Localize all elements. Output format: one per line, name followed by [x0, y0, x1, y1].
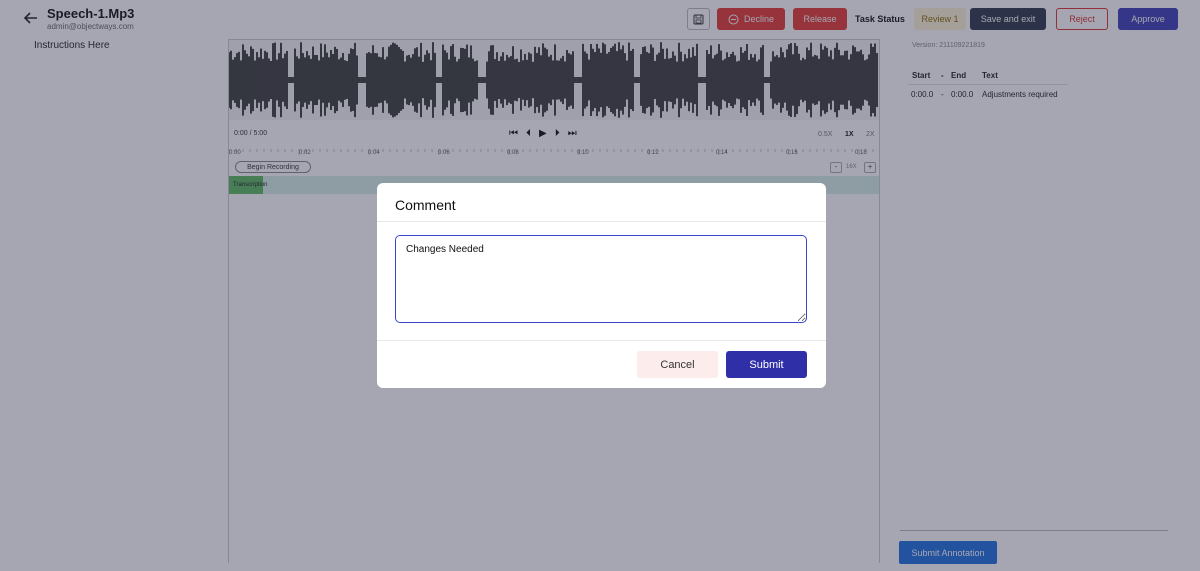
- submit-button[interactable]: Submit: [726, 351, 807, 378]
- comment-input[interactable]: Changes Needed: [395, 235, 807, 323]
- comment-modal: Comment Changes Needed Cancel Submit: [377, 183, 826, 388]
- cancel-button[interactable]: Cancel: [637, 351, 718, 378]
- modal-title: Comment: [395, 197, 456, 213]
- modal-header-divider: [377, 221, 826, 222]
- modal-footer-divider: [377, 340, 826, 341]
